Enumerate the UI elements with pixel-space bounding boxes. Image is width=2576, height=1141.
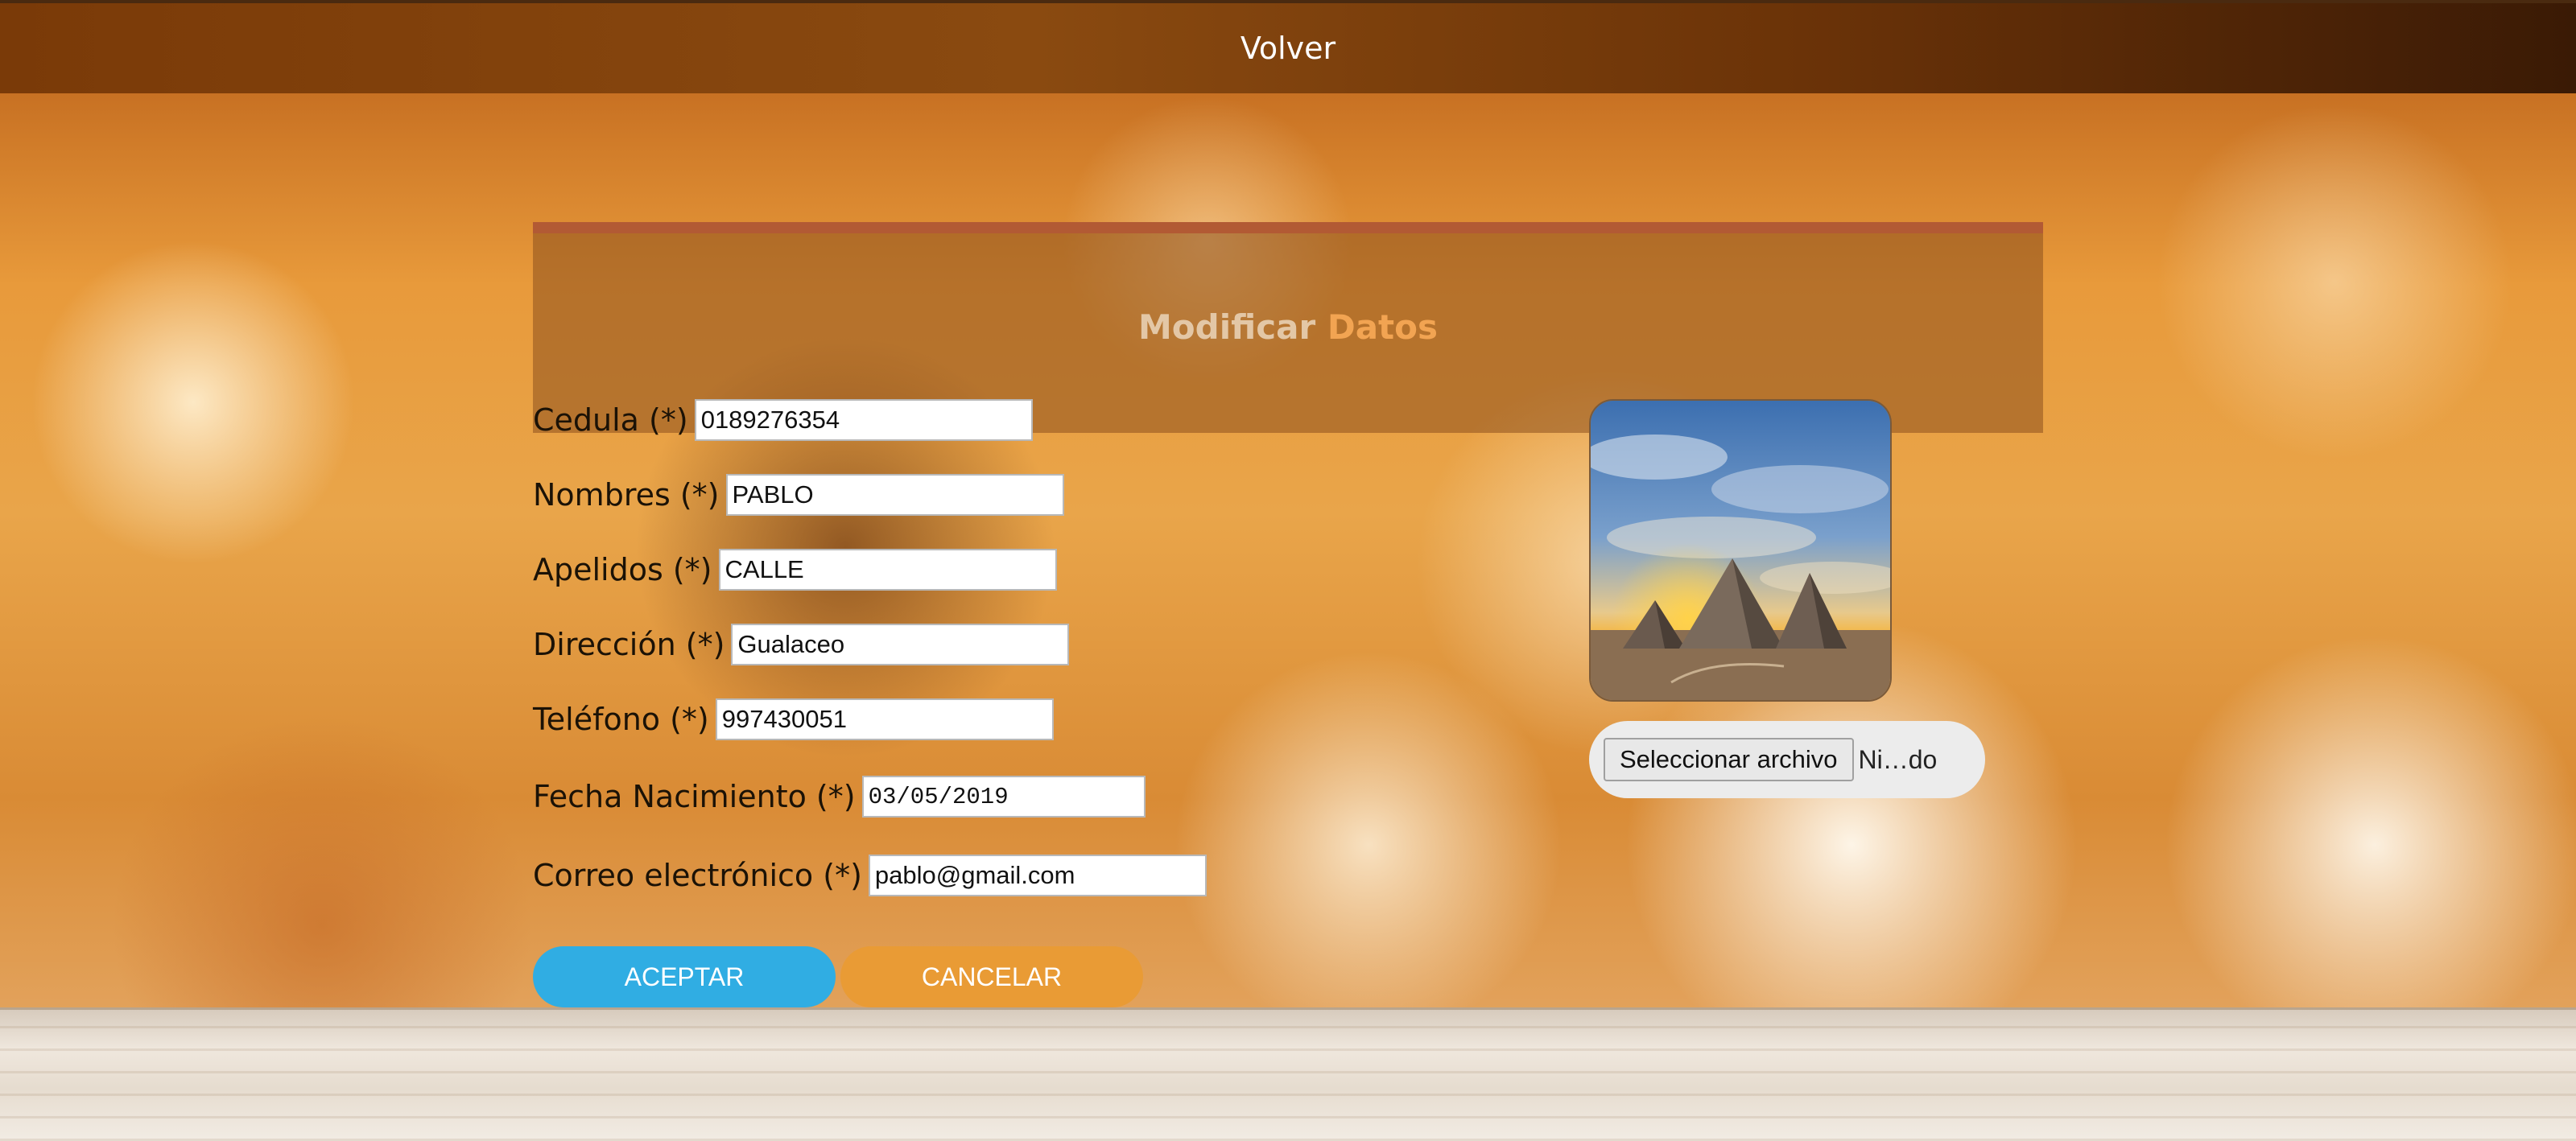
telefono-input[interactable] <box>715 698 1054 740</box>
wooden-floor-background <box>0 1007 2576 1141</box>
select-file-button[interactable]: Seleccionar archivo <box>1604 738 1854 781</box>
nombres-input[interactable] <box>725 474 1064 516</box>
field-row-cedula: Cedula (*) <box>533 399 1033 441</box>
field-row-apellidos: Apelidos (*) <box>533 549 1057 591</box>
title-word-data: Datos <box>1327 307 1438 347</box>
fecha-nacimiento-input[interactable] <box>861 776 1146 818</box>
field-row-nombres: Nombres (*) <box>533 474 1064 516</box>
field-row-direccion: Dirección (*) <box>533 624 1070 665</box>
apellidos-label: Apelidos (*) <box>533 552 712 587</box>
back-link[interactable]: Volver <box>1241 31 1335 66</box>
field-row-fecha-nacimiento: Fecha Nacimiento (*) <box>533 776 1146 818</box>
correo-input[interactable] <box>868 855 1207 896</box>
telefono-label: Teléfono (*) <box>533 702 709 737</box>
field-row-telefono: Teléfono (*) <box>533 698 1054 740</box>
apellidos-input[interactable] <box>718 549 1057 591</box>
fecha-nacimiento-label: Fecha Nacimiento (*) <box>533 779 856 814</box>
accept-button[interactable]: ACEPTAR <box>533 946 836 1007</box>
cedula-label: Cedula (*) <box>533 402 688 438</box>
field-row-correo: Correo electrónico (*) <box>533 855 1207 896</box>
selected-file-name: Ni…do <box>1858 744 1938 774</box>
pyramids-image <box>1591 401 1890 700</box>
correo-label: Correo electrónico (*) <box>533 858 862 893</box>
cancel-button[interactable]: CANCELAR <box>840 946 1143 1007</box>
profile-photo <box>1589 399 1892 702</box>
file-picker: Seleccionar archivo Ni…do <box>1589 721 1985 798</box>
nombres-label: Nombres (*) <box>533 477 720 513</box>
direccion-input[interactable] <box>731 624 1070 665</box>
page-title: Modificar Datos <box>533 307 2043 347</box>
direccion-label: Dirección (*) <box>533 627 725 662</box>
cedula-input[interactable] <box>694 399 1033 441</box>
top-nav-bar: Volver <box>0 0 2576 93</box>
title-word-modify: Modificar <box>1138 307 1316 347</box>
